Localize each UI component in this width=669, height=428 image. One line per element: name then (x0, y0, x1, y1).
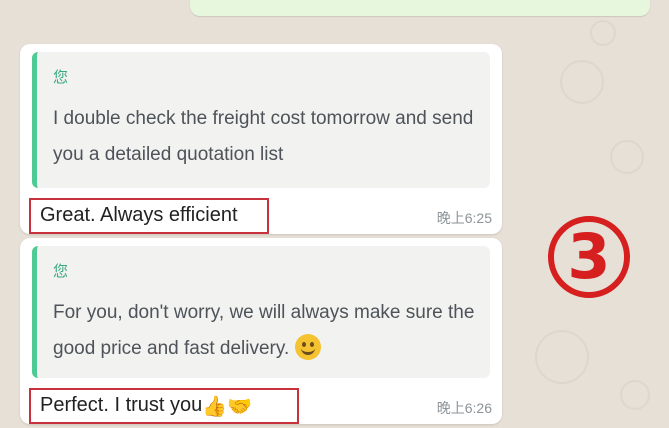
annotation-number-badge: 3 (548, 216, 630, 298)
message-timestamp: 晚上6:26 (436, 400, 492, 416)
quote-text-label: For you, don't worry, we will always mak… (53, 302, 475, 359)
reply-text-label: Great. Always efficient (40, 204, 238, 226)
quoted-message[interactable]: 您 For you, don't worry, we will always m… (32, 246, 490, 378)
previous-message-bubble[interactable] (190, 0, 650, 16)
message-bubble[interactable]: 您 I double check the freight cost tomorr… (20, 44, 502, 234)
thumbs-up-emoji-icon: 👍 (202, 396, 228, 418)
quoted-message[interactable]: 您 I double check the freight cost tomorr… (32, 52, 490, 188)
quote-text: I double check the freight cost tomorrow… (53, 108, 474, 165)
message-bubble[interactable]: 您 For you, don't worry, we will always m… (20, 238, 502, 424)
smiling-face-emoji-icon (295, 334, 322, 360)
reply-text: Great. Always efficient (29, 198, 269, 234)
quote-author: 您 (53, 263, 69, 280)
reply-text-label: Perfect. I trust you (40, 394, 203, 416)
quote-author: 您 (53, 69, 69, 86)
message-timestamp: 晚上6:25 (436, 210, 492, 226)
handshake-emoji-icon: 🤝 (227, 396, 253, 418)
quote-text: For you, don't worry, we will always mak… (53, 295, 476, 367)
reply-text: Perfect. I trust you👍🤝 (29, 388, 299, 424)
